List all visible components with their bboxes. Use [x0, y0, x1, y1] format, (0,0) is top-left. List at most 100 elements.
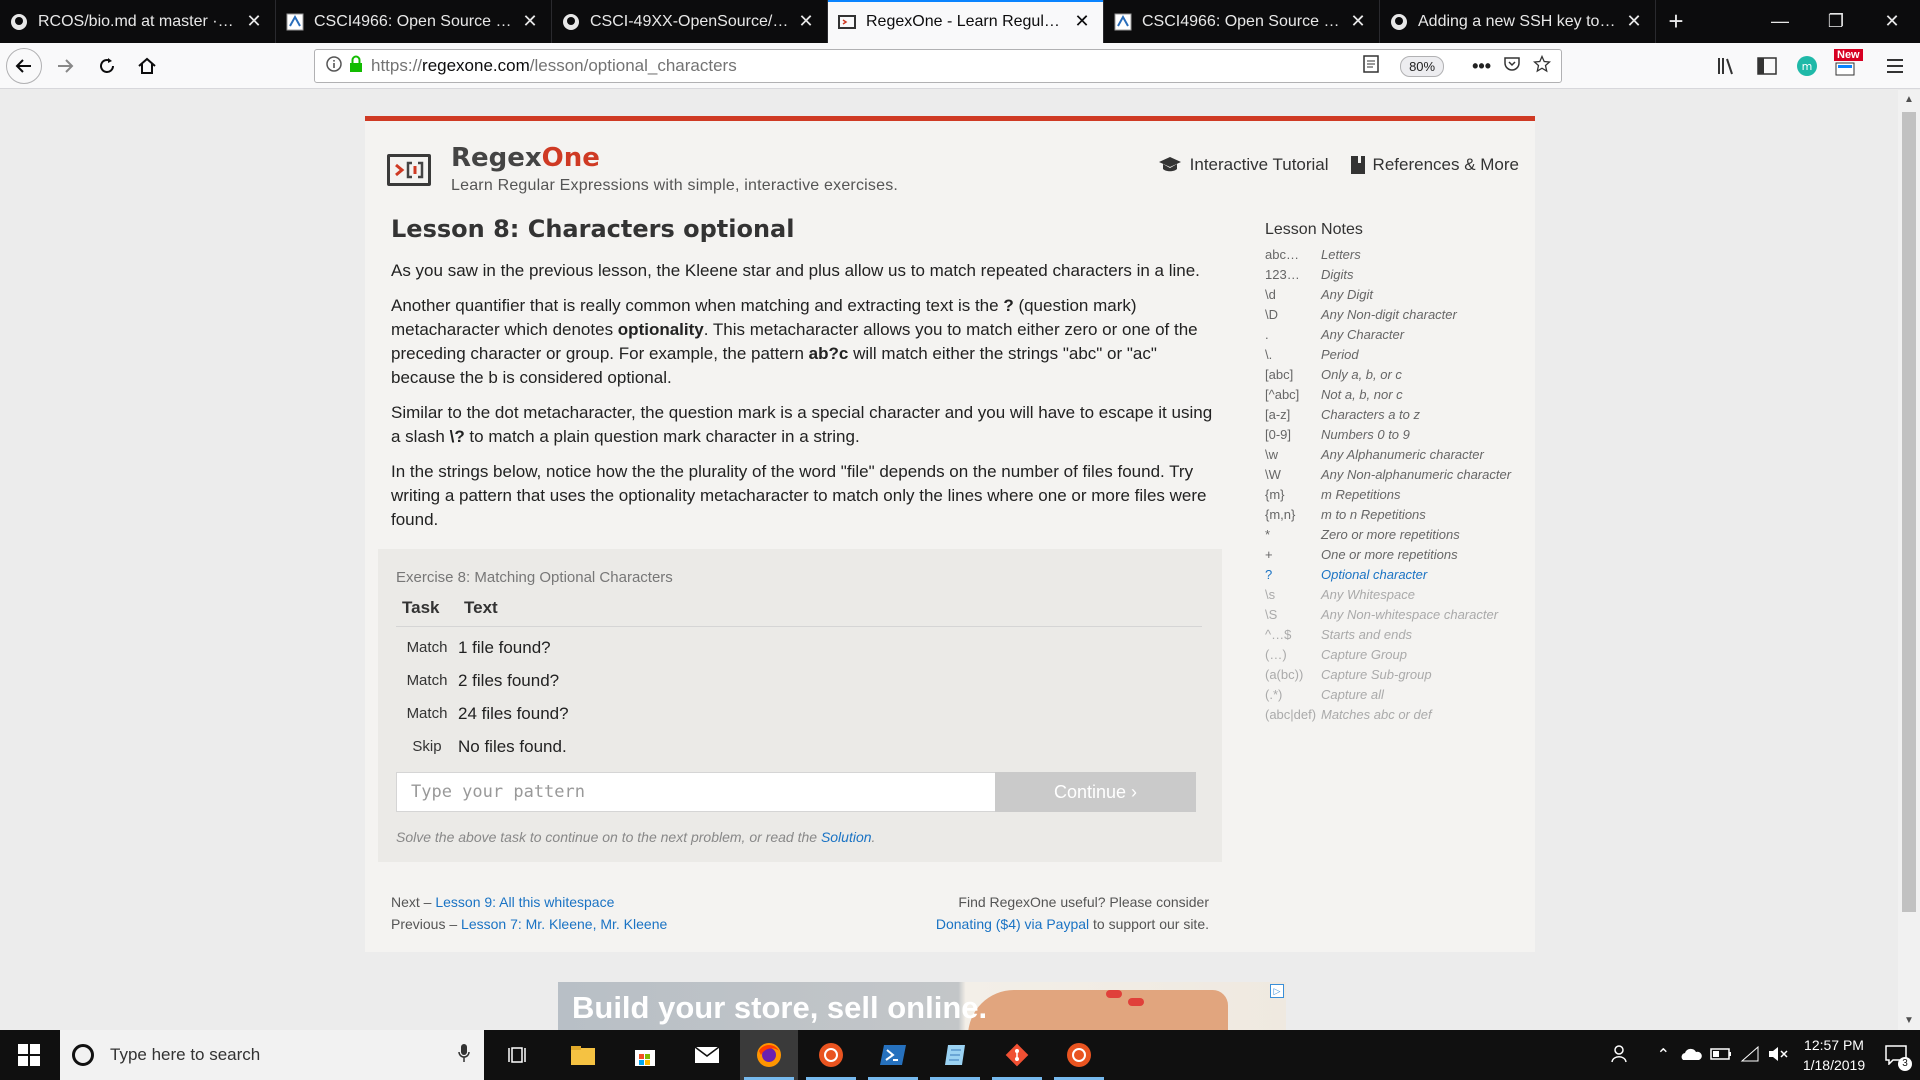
library-icon[interactable]	[1710, 49, 1744, 83]
home-icon[interactable]	[130, 49, 164, 83]
donate-link[interactable]: Donating ($4) via Paypal	[936, 916, 1089, 932]
pocket-icon[interactable]	[1503, 55, 1521, 78]
nav-interactive-tutorial[interactable]: Interactive Tutorial	[1158, 155, 1329, 175]
url-bar[interactable]: https://regexone.com/lesson/optional_cha…	[314, 49, 1562, 83]
note-description: m Repetitions	[1321, 487, 1401, 502]
note-description: Numbers 0 to 9	[1321, 427, 1410, 442]
cortana-icon	[72, 1044, 94, 1066]
people-icon[interactable]	[1610, 1044, 1631, 1067]
note-item: (.*) Capture all	[1265, 685, 1533, 705]
note-item: * Zero or more repetitions	[1265, 525, 1533, 545]
forward-arrow-icon[interactable]	[48, 49, 82, 83]
note-item: [^abc] Not a, b, nor c	[1265, 385, 1533, 405]
note-description: Period	[1321, 347, 1359, 362]
note-description: m to n Repetitions	[1321, 507, 1426, 522]
powershell-icon[interactable]	[864, 1030, 922, 1080]
scrollbar-thumb[interactable]	[1902, 112, 1916, 912]
note-item: \S Any Non-whitespace character	[1265, 605, 1533, 625]
browser-tab[interactable]: RCOS/bio.md at master · sring ✕	[0, 0, 276, 43]
store-icon[interactable]	[616, 1030, 674, 1080]
browser-tab[interactable]: CSCI4966: Open Source Softw ✕	[276, 0, 552, 43]
system-tray: ⌃ 12:57 PM 1/18/2019 3	[1610, 1030, 1920, 1080]
chevron-up-icon[interactable]: ⌃	[1657, 1045, 1670, 1065]
regexone-logo[interactable]	[387, 154, 431, 186]
note-key: {m,n}	[1265, 507, 1296, 522]
note-description: Matches abc or def	[1321, 707, 1432, 722]
note-item: [abc] Only a, b, or c	[1265, 365, 1533, 385]
close-icon[interactable]: ✕	[1071, 11, 1093, 33]
info-icon[interactable]	[325, 55, 343, 78]
nav-references[interactable]: References & More	[1350, 155, 1519, 175]
close-icon[interactable]: ✕	[795, 11, 817, 33]
bookmark-star-icon[interactable]	[1532, 54, 1552, 78]
scroll-down-arrow-icon[interactable]: ▼	[1898, 1015, 1920, 1026]
new-tab-button[interactable]: +	[1656, 0, 1696, 43]
brand-name[interactable]: RegexOne	[451, 143, 600, 173]
url-text[interactable]: https://regexone.com/lesson/optional_cha…	[371, 56, 1362, 76]
action-center-icon[interactable]: 3	[1872, 1045, 1920, 1071]
zoom-level[interactable]: 80%	[1400, 55, 1445, 77]
note-description: Only a, b, or c	[1321, 367, 1402, 382]
ubuntu-icon[interactable]	[1050, 1030, 1108, 1080]
continue-button[interactable]: Continue ›	[995, 772, 1196, 812]
tab-title: Adding a new SSH key to your	[1418, 12, 1617, 30]
ubuntu-icon[interactable]	[802, 1030, 860, 1080]
next-lesson-link[interactable]: Lesson 9: All this whitespace	[435, 894, 614, 910]
note-item: . Any Character	[1265, 325, 1533, 345]
wifi-icon[interactable]	[1740, 1045, 1760, 1065]
close-icon[interactable]: ✕	[1623, 11, 1645, 33]
note-item: (abc|def) Matches abc or def	[1265, 705, 1533, 725]
reader-view-icon[interactable]	[1362, 54, 1380, 78]
github-icon	[10, 13, 28, 31]
back-arrow-icon[interactable]	[6, 48, 42, 84]
note-key: +	[1265, 547, 1273, 562]
page-actions-icon[interactable]: •••	[1472, 56, 1491, 77]
microphone-icon[interactable]	[458, 1043, 470, 1068]
menu-icon[interactable]	[1878, 49, 1912, 83]
solution-link[interactable]: Solution	[821, 829, 872, 845]
task-view-icon[interactable]	[490, 1030, 548, 1080]
page-scrollbar[interactable]: ▲ ▼	[1898, 90, 1920, 1030]
browser-tab[interactable]: CSCI-49XX-OpenSource/Lab1. ✕	[552, 0, 828, 43]
search-placeholder: Type here to search	[110, 1045, 261, 1064]
lock-icon[interactable]	[349, 55, 363, 78]
lesson-paragraph: Another quantifier that is really common…	[391, 296, 1198, 387]
reload-icon[interactable]	[90, 49, 124, 83]
onedrive-icon[interactable]	[1680, 1047, 1702, 1064]
advertisement-banner[interactable]: Build your store, sell online. ▷	[558, 982, 1286, 1032]
close-icon[interactable]: ✕	[1347, 11, 1369, 33]
whats-new-icon[interactable]: New	[1828, 49, 1863, 83]
note-description: Any Alphanumeric character	[1321, 447, 1484, 462]
firefox-icon[interactable]	[740, 1030, 798, 1080]
note-key: [a-z]	[1265, 407, 1291, 422]
browser-tab-active[interactable]: RegexOne - Learn Regular Exp ✕	[828, 0, 1104, 43]
close-icon[interactable]: ✕	[243, 11, 265, 33]
browser-tab[interactable]: CSCI4966: Open Source Softw ✕	[1104, 0, 1380, 43]
restore-icon[interactable]: ❐	[1808, 0, 1864, 43]
clock[interactable]: 12:57 PM 1/18/2019	[1796, 1035, 1872, 1075]
file-explorer-icon[interactable]	[554, 1030, 612, 1080]
extension-icon[interactable]: m	[1790, 49, 1824, 83]
adchoices-icon[interactable]: ▷	[1270, 984, 1284, 998]
close-icon[interactable]: ✕	[519, 11, 541, 33]
lesson-content: Lesson 8: Characters optional As you saw…	[391, 215, 1221, 543]
minimize-icon[interactable]: —	[1752, 0, 1808, 43]
previous-lesson-link[interactable]: Lesson 7: Mr. Kleene, Mr. Kleene	[461, 916, 667, 932]
battery-icon[interactable]	[1710, 1047, 1732, 1064]
close-window-icon[interactable]: ✕	[1864, 0, 1920, 43]
pattern-input[interactable]: Type your pattern	[396, 772, 996, 812]
notepad-icon[interactable]	[926, 1030, 984, 1080]
ad-text: Build your store, sell online.	[572, 990, 988, 1025]
git-icon[interactable]	[988, 1030, 1046, 1080]
sidebar-toggle-icon[interactable]	[1750, 49, 1784, 83]
note-key: \W	[1265, 467, 1281, 482]
mail-icon[interactable]	[678, 1030, 736, 1080]
graduation-cap-icon	[1158, 157, 1181, 172]
page-viewport: RegexOne Learn Regular Expressions with …	[0, 90, 1898, 1032]
note-description: Any Digit	[1321, 287, 1374, 302]
browser-tab[interactable]: Adding a new SSH key to your ✕	[1380, 0, 1656, 43]
taskbar-search[interactable]: Type here to search	[60, 1030, 484, 1080]
scroll-up-arrow-icon[interactable]: ▲	[1898, 94, 1920, 105]
windows-start-icon[interactable]	[0, 1030, 58, 1080]
volume-muted-icon[interactable]	[1768, 1046, 1790, 1065]
